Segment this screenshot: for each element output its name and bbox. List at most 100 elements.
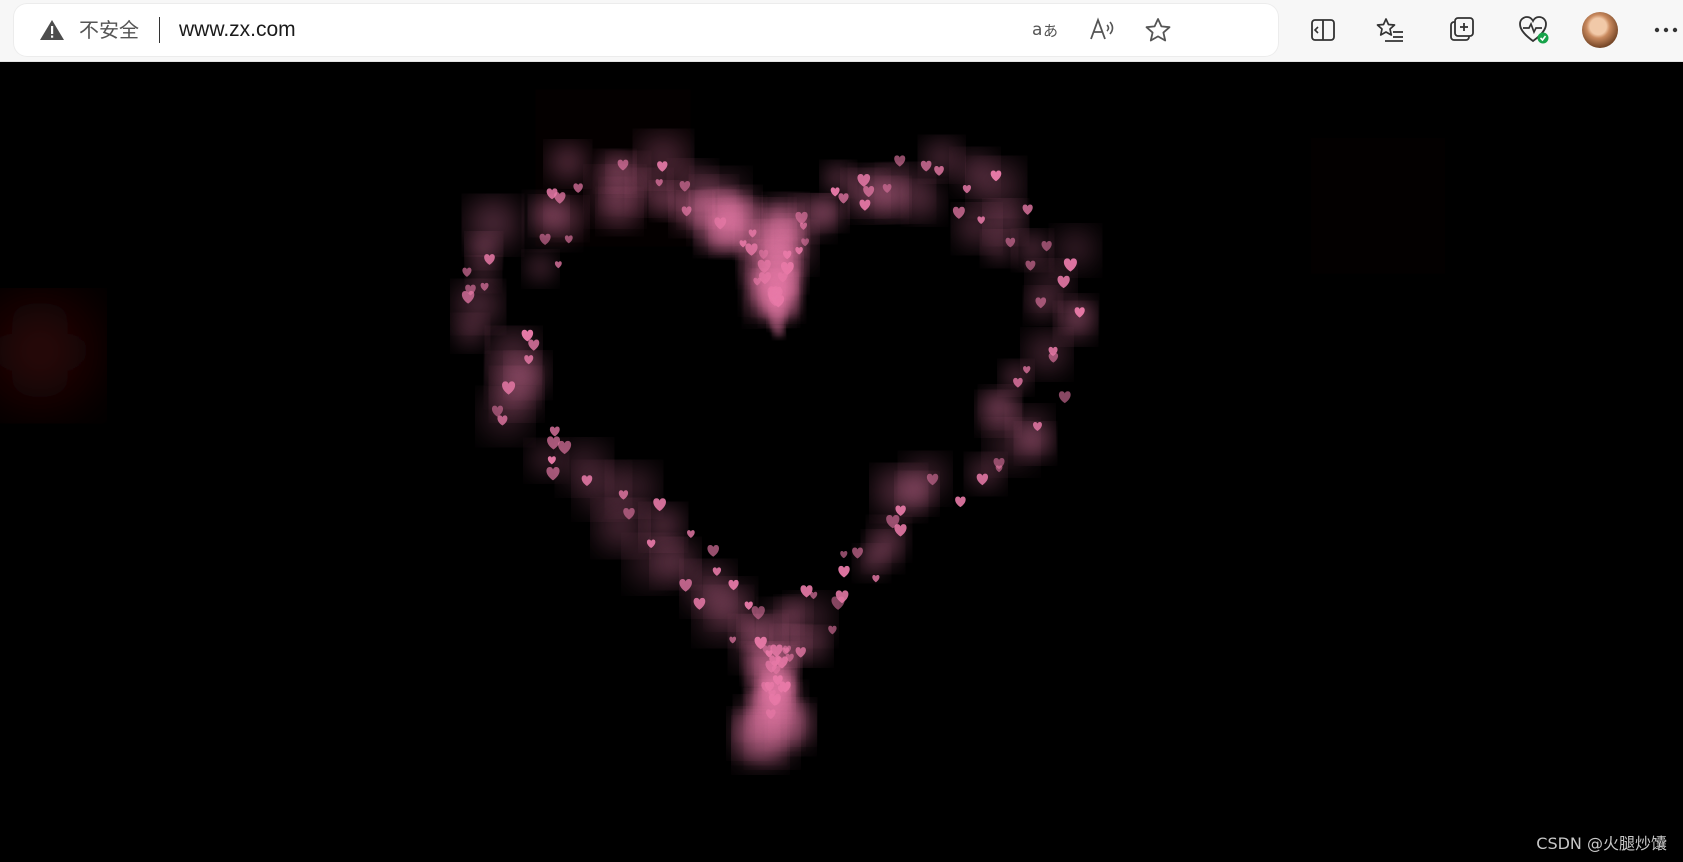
pink-heart-particle	[728, 579, 739, 591]
pink-heart-particle	[838, 565, 850, 578]
pink-heart-particle	[963, 215, 990, 242]
pink-heart-particle	[828, 169, 848, 189]
pink-heart-particle	[952, 206, 965, 219]
pink-heart-particle	[528, 339, 540, 351]
pink-heart-particle	[650, 514, 676, 540]
pink-heart-particle	[554, 261, 562, 269]
read-aloud-icon[interactable]	[1087, 16, 1117, 44]
background-heart	[1210, 822, 1250, 862]
background-heart	[231, 268, 293, 331]
heart-scene	[6, 62, 1683, 862]
pink-heart-particle	[555, 151, 580, 177]
pink-heart-particle	[1058, 391, 1071, 404]
background-heart	[1399, 249, 1437, 287]
favorites-list-icon[interactable]	[1374, 14, 1406, 46]
pink-heart-particle	[996, 432, 1027, 463]
background-heart	[576, 748, 620, 792]
background-heart	[1335, 677, 1375, 718]
background-heart	[78, 434, 122, 478]
pink-heart-particle	[653, 498, 666, 512]
background-heart	[973, 538, 1027, 592]
svg-text:あ: あ	[1043, 22, 1058, 40]
pink-heart-particle	[852, 547, 863, 559]
pink-heart-particle	[573, 183, 583, 193]
pink-heart-particle	[830, 187, 840, 197]
pink-heart-particle	[1025, 260, 1036, 271]
address-bar[interactable]: 不安全 www.zx.com a あ	[13, 3, 1279, 57]
pink-heart-particle	[530, 259, 551, 279]
pink-heart-particle	[828, 625, 837, 635]
background-heart	[65, 88, 95, 118]
pink-heart-particle	[861, 553, 882, 574]
pink-heart-particle	[744, 601, 753, 610]
pink-heart-particle	[564, 235, 573, 244]
warning-triangle-icon[interactable]	[39, 18, 65, 42]
pink-heart-particle	[872, 575, 880, 583]
pink-heart-particle	[912, 190, 937, 215]
pink-heart-particle	[962, 184, 972, 194]
url-text[interactable]: www.zx.com	[179, 17, 296, 43]
pink-heart-particle	[1063, 258, 1077, 272]
pink-heart-particle	[658, 190, 680, 212]
background-heart	[1648, 542, 1683, 583]
pink-heart-particle	[477, 209, 509, 242]
background-heart	[267, 199, 319, 251]
pink-heart-particle	[838, 193, 849, 204]
pink-heart-particle	[462, 267, 472, 277]
pink-heart-particle	[619, 474, 649, 505]
background-heart	[1546, 716, 1594, 765]
pink-heart-particle	[547, 436, 561, 450]
pink-heart-particle	[474, 264, 493, 284]
background-heart	[424, 606, 460, 642]
watermark: CSDN @火腿炒馕	[1536, 834, 1667, 853]
background-heart	[1399, 354, 1437, 392]
background-heart	[1190, 62, 1222, 81]
pink-heart-particle	[558, 440, 572, 455]
pink-heart-particle	[636, 548, 669, 581]
pink-heart-particle	[1021, 239, 1044, 262]
star-icon[interactable]	[1143, 16, 1173, 44]
background-heart	[1344, 172, 1412, 240]
background-heart	[1631, 736, 1679, 785]
avatar[interactable]	[1582, 12, 1618, 48]
pink-heart-particle	[920, 160, 932, 172]
pink-heart-particle	[955, 496, 966, 508]
background-heart	[6, 322, 74, 390]
pink-heart-particle	[480, 282, 489, 291]
pink-heart-particle	[883, 478, 914, 509]
pink-heart-particle	[989, 238, 1009, 259]
more-icon[interactable]	[1650, 14, 1682, 46]
svg-text:a: a	[1032, 20, 1042, 40]
pink-heart-particle	[729, 636, 737, 644]
browser-toolbar: 不安全 www.zx.com a あ	[0, 0, 1683, 62]
split-screen-icon[interactable]	[1307, 14, 1339, 46]
pink-heart-particle	[648, 144, 679, 176]
pink-heart-particle	[539, 233, 551, 245]
pink-heart-particle	[679, 578, 692, 592]
heart-pulse-icon[interactable]	[1518, 14, 1550, 46]
pink-heart-particle	[687, 530, 695, 538]
pink-heart-particle	[751, 606, 765, 620]
pink-heart-particle	[840, 550, 848, 559]
background-heart	[1238, 670, 1282, 714]
pink-heart-particle	[460, 323, 481, 344]
pink-heart-particle	[707, 544, 720, 557]
translate-icon[interactable]: a あ	[1031, 16, 1061, 44]
background-heart	[435, 537, 489, 591]
security-label[interactable]: 不安全	[79, 17, 139, 43]
background-heart	[346, 744, 394, 793]
heart-animation-canvas: CSDN @火腿炒馕	[0, 62, 1683, 862]
pink-heart-particle	[1037, 271, 1065, 299]
background-heart	[934, 94, 962, 121]
pink-heart-particle	[895, 505, 906, 516]
background-heart	[1214, 548, 1250, 584]
background-heart	[1299, 582, 1337, 620]
collections-icon[interactable]	[1446, 14, 1478, 46]
address-divider	[159, 17, 160, 43]
pink-heart-particle	[801, 635, 824, 658]
background-heart	[880, 812, 920, 853]
pink-heart-particle	[894, 155, 906, 167]
background-heart	[865, 285, 895, 315]
background-heart	[1468, 670, 1512, 714]
background-heart	[1026, 686, 1074, 735]
